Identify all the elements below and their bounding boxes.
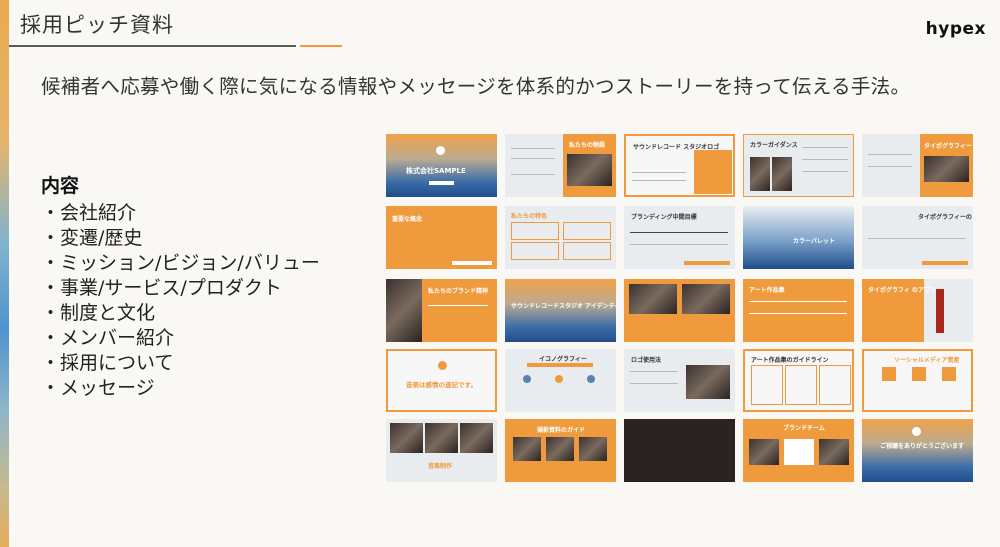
slide-thumbnail[interactable]: 株式会社SAMPLE: [386, 134, 497, 197]
slide-thumbnail[interactable]: ソーシャルメディア資産: [862, 349, 973, 412]
title-underline-accent: [300, 45, 342, 47]
slide-thumbnail[interactable]: 私たちのブランド精神: [386, 279, 497, 342]
slide-thumbnail[interactable]: アート作品集のガイドライン: [743, 349, 854, 412]
slide-thumbnail[interactable]: サウンドレコードスタジオ アイデンティティ: [505, 279, 616, 342]
slide-thumbnail[interactable]: 私たちの物語: [505, 134, 616, 197]
slide-thumbnail[interactable]: 音楽制作: [386, 419, 497, 482]
slide-thumbnail-grid: 株式会社SAMPLE 私たちの物語 サウンドレコード スタジオロゴ カラーガイダ…: [386, 134, 974, 486]
slide-thumbnail[interactable]: 重要な概念: [386, 206, 497, 269]
slide-thumbnail[interactable]: タイポグラフィー: [862, 134, 973, 197]
contents-item: 会社紹介: [41, 201, 320, 226]
slide-thumbnail[interactable]: ご視聴をありがとうございます: [862, 419, 973, 482]
slide-thumbnail[interactable]: [624, 419, 735, 482]
contents-item: 採用について: [41, 351, 320, 376]
slide-thumbnail[interactable]: サウンドレコード スタジオロゴ: [624, 134, 735, 197]
lead-text: 候補者へ応募や働く際に気になる情報やメッセージを体系的かつストーリーを持って伝え…: [41, 75, 911, 98]
left-accent-bar: [0, 0, 9, 547]
slide-thumbnail[interactable]: カラーパレット: [743, 206, 854, 269]
brand-logo: hypex: [925, 19, 986, 39]
page-title: 採用ピッチ資料: [20, 13, 174, 37]
slide-thumbnail[interactable]: 私たちの特色: [505, 206, 616, 269]
slide-thumbnail[interactable]: タイポグラフィ のアプリ: [862, 279, 973, 342]
slide-thumbnail[interactable]: 音楽は感情の速記です。: [386, 349, 497, 412]
contents-item: 制度と文化: [41, 301, 320, 326]
slide-thumbnail[interactable]: ロゴ使用法: [624, 349, 735, 412]
contents-list: 内容 会社紹介 変遷/歴史 ミッション/ビジョン/バリュー 事業/サービス/プロ…: [41, 171, 320, 401]
contents-item: メッセージ: [41, 376, 320, 401]
slide-thumbnail[interactable]: タイポグラフィーの ガイドライン: [862, 206, 973, 269]
slide-thumbnail[interactable]: ブランディング中間目標: [624, 206, 735, 269]
slide-thumbnail[interactable]: カラーガイダンス: [743, 134, 854, 197]
slide-thumbnail[interactable]: 撮影資料のガイド: [505, 419, 616, 482]
contents-heading: 内容: [41, 175, 80, 197]
title-underline: [9, 45, 296, 47]
contents-item: ミッション/ビジョン/バリュー: [41, 251, 320, 276]
contents-item: メンバー紹介: [41, 326, 320, 351]
contents-item: 変遷/歴史: [41, 226, 320, 251]
contents-item: 事業/サービス/プロダクト: [41, 276, 320, 301]
slide-thumbnail[interactable]: アート作品集: [743, 279, 854, 342]
slide-thumbnail[interactable]: ブランドチーム: [743, 419, 854, 482]
slide-thumbnail[interactable]: イコノグラフィー: [505, 349, 616, 412]
slide-thumbnail[interactable]: [624, 279, 735, 342]
